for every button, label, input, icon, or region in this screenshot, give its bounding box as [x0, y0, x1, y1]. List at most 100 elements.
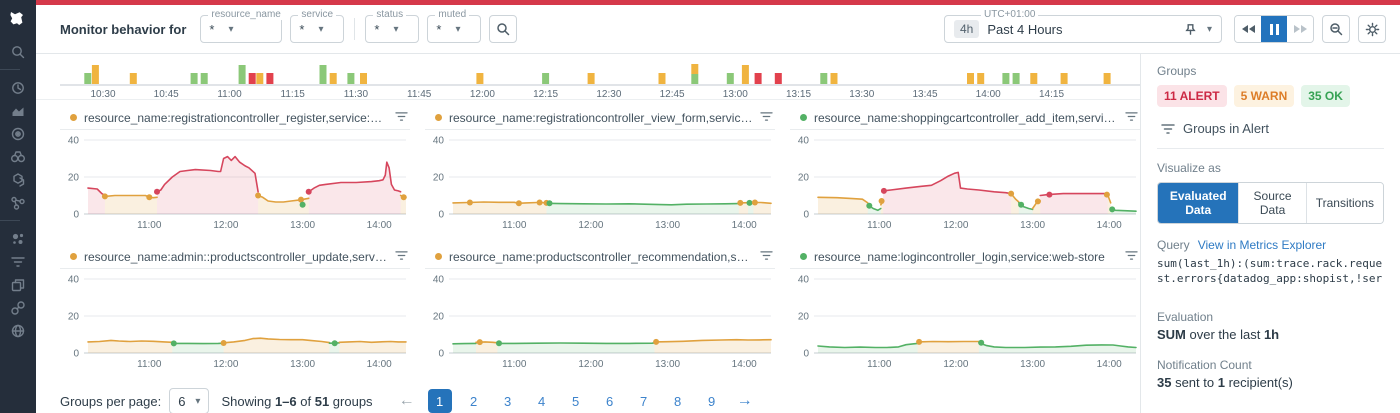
timeline-status-bar[interactable] — [1030, 73, 1037, 84]
chart-plot[interactable]: 0204011:0012:0013:0014:00 — [60, 269, 410, 373]
search-icon — [496, 22, 510, 36]
timeline-status-bar[interactable] — [191, 73, 198, 84]
filter-status[interactable]: status * ▾ — [365, 15, 419, 43]
chart-filter-button[interactable] — [395, 109, 408, 127]
visualize-tab-transitions[interactable]: Transitions — [1307, 183, 1383, 223]
page-number-1[interactable]: 1 — [428, 389, 452, 413]
page-number-4[interactable]: 4 — [530, 389, 554, 413]
sidebar-globe-icon[interactable] — [0, 319, 36, 342]
search-button[interactable] — [489, 15, 517, 43]
timeline-status-bar[interactable] — [256, 73, 263, 84]
status-badge-ok[interactable]: 35 OK — [1301, 85, 1350, 107]
pause-button[interactable] — [1261, 16, 1287, 42]
pause-icon — [1270, 24, 1279, 35]
sidebar-chain-icon[interactable] — [0, 296, 36, 319]
timeline-status-bar[interactable] — [820, 73, 827, 84]
timeline-status-bar[interactable] — [360, 73, 367, 84]
timeline-status-bar[interactable] — [742, 65, 749, 84]
timeline-status-bar[interactable] — [1061, 73, 1068, 84]
groups-side-panel: Groups 11 ALERT5 WARN35 OK Groups in Ale… — [1140, 54, 1400, 413]
timeline-status-bar[interactable] — [1013, 73, 1020, 84]
timeline-status-bar[interactable] — [977, 73, 984, 84]
timeline-status-bar[interactable] — [92, 65, 99, 84]
timeline-status-bar[interactable] — [659, 73, 666, 84]
chart-plot[interactable]: 0204011:0012:0013:0014:00 — [60, 130, 410, 234]
chart-filter-button[interactable] — [1125, 109, 1138, 127]
transition-marker-dot — [332, 340, 338, 346]
chart-filter-button[interactable] — [395, 248, 408, 266]
visualize-tab-evaluated-data[interactable]: Evaluated Data — [1158, 183, 1239, 223]
status-badge-alert[interactable]: 11 ALERT — [1157, 85, 1227, 107]
sidebar-radar-icon[interactable] — [0, 122, 36, 145]
time-range-selector[interactable]: UTC+01:00 4h Past 4 Hours ▾ — [944, 15, 1222, 43]
timeline-status-bar[interactable] — [1104, 73, 1111, 84]
x-tick-label: 11:00 — [867, 220, 892, 231]
sidebar-history-icon[interactable] — [0, 76, 36, 99]
rewind-button[interactable] — [1235, 16, 1261, 42]
timeline-status-bar[interactable] — [588, 73, 595, 84]
pin-icon[interactable] — [1184, 23, 1197, 36]
page-number-8[interactable]: 8 — [666, 389, 690, 413]
chart-status-dot — [70, 253, 77, 260]
sidebar-search-icon[interactable] — [0, 40, 36, 63]
timeline-status-bar[interactable] — [775, 73, 782, 84]
timeline-status-bar[interactable] — [727, 73, 734, 84]
status-timeline-plot[interactable]: 10:3010:4511:0011:1511:3011:4512:0012:15… — [60, 58, 1140, 100]
visualize-tab-source-data[interactable]: Source Data — [1239, 183, 1306, 223]
settings-button[interactable] — [1358, 15, 1386, 43]
pagination-bar: Groups per page: 6 ▾ Showing 1–6 of 51 g… — [36, 378, 1140, 413]
datadog-logo[interactable] — [0, 0, 36, 40]
chart-plot[interactable]: 0204011:0012:0013:0014:00 — [790, 269, 1140, 373]
chart-plot[interactable]: 0204011:0012:0013:0014:00 — [425, 269, 775, 373]
page-number-3[interactable]: 3 — [496, 389, 520, 413]
chart-filter-button[interactable] — [760, 109, 773, 127]
sidebar-cluster-dots-icon[interactable] — [0, 227, 36, 250]
next-page-arrow[interactable]: → — [737, 392, 753, 410]
sidebar-windows-icon[interactable] — [0, 273, 36, 296]
timeline-status-bar[interactable] — [831, 73, 838, 84]
timeline-tick-label: 13:15 — [786, 89, 811, 100]
timeline-status-bar[interactable] — [347, 73, 354, 84]
timeline-status-bar[interactable] — [330, 73, 337, 84]
timeline-status-bar[interactable] — [691, 64, 698, 74]
forward-button[interactable] — [1287, 16, 1313, 42]
per-page-dropdown[interactable]: 6 ▾ — [169, 388, 209, 413]
timeline-status-bar[interactable] — [476, 73, 483, 84]
timeline-status-bar[interactable] — [130, 73, 137, 84]
zoom-out-button[interactable] — [1322, 15, 1350, 43]
chart-plot[interactable]: 0204011:0012:0013:0014:00 — [790, 130, 1140, 234]
page-number-5[interactable]: 5 — [564, 389, 588, 413]
timeline-status-bar[interactable] — [249, 73, 256, 84]
transition-marker-dot — [1109, 206, 1115, 212]
chart-plot[interactable]: 0204011:0012:0013:0014:00 — [425, 130, 775, 234]
showing-text: Showing 1–6 of 51 groups — [221, 394, 372, 409]
page-number-2[interactable]: 2 — [462, 389, 486, 413]
timeline-status-bar[interactable] — [691, 74, 698, 84]
prev-page-arrow[interactable]: ← — [399, 392, 415, 410]
timeline-status-bar[interactable] — [84, 73, 91, 84]
filter-service[interactable]: service * ▾ — [290, 15, 344, 43]
sidebar-graph-nodes-icon[interactable] — [0, 191, 36, 214]
chart-filter-button[interactable] — [760, 248, 773, 266]
sidebar-area-chart-icon[interactable] — [0, 99, 36, 122]
page-number-9[interactable]: 9 — [700, 389, 724, 413]
timeline-status-bar[interactable] — [266, 73, 273, 84]
filter-muted[interactable]: muted * ▾ — [427, 15, 481, 43]
metrics-explorer-link[interactable]: View in Metrics Explorer — [1198, 238, 1326, 252]
filter-resource-name[interactable]: resource_name * ▾ — [200, 15, 282, 43]
sidebar-hexagon-stack-icon[interactable] — [0, 168, 36, 191]
timeline-status-bar[interactable] — [1002, 73, 1009, 84]
timeline-status-bar[interactable] — [320, 65, 327, 84]
timeline-status-bar[interactable] — [239, 65, 246, 84]
page-number-6[interactable]: 6 — [598, 389, 622, 413]
timeline-status-bar[interactable] — [201, 73, 208, 84]
status-badge-warn[interactable]: 5 WARN — [1234, 85, 1295, 107]
groups-in-alert-link[interactable]: Groups in Alert — [1157, 119, 1384, 149]
chart-filter-button[interactable] — [1125, 248, 1138, 266]
timeline-status-bar[interactable] — [755, 73, 762, 84]
sidebar-funnel-lines-icon[interactable] — [0, 250, 36, 273]
timeline-status-bar[interactable] — [542, 73, 549, 84]
page-number-7[interactable]: 7 — [632, 389, 656, 413]
sidebar-binoculars-icon[interactable] — [0, 145, 36, 168]
timeline-status-bar[interactable] — [967, 73, 974, 84]
